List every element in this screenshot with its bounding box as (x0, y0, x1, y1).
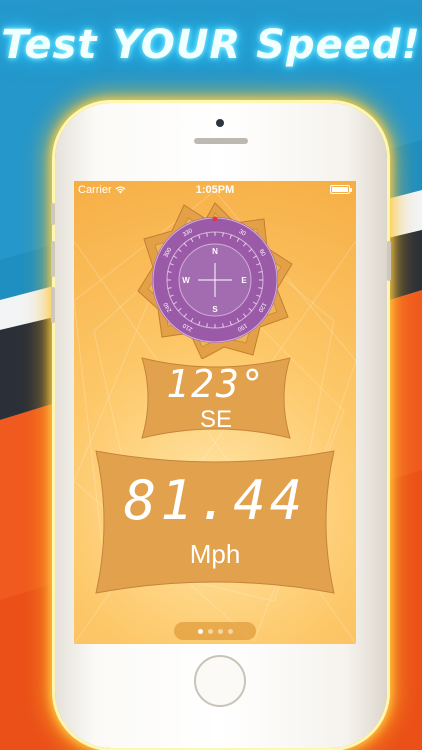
page-dot[interactable] (218, 629, 223, 634)
status-bar: Carrier 1:05PM (74, 181, 356, 199)
speed-panel: 81.44 Mph (92, 447, 338, 597)
status-time: 1:05PM (195, 184, 235, 196)
heading-direction: SE (199, 406, 232, 433)
power-button (387, 241, 391, 281)
headline: Test YOUR Speed! (1, 22, 421, 68)
compass-tick (167, 287, 172, 289)
page-dot[interactable] (208, 629, 213, 634)
compass-tick (222, 323, 224, 328)
speed-value: 81.44 (123, 469, 307, 532)
home-button[interactable] (194, 655, 246, 707)
page-dot[interactable] (198, 629, 203, 634)
compass-pointer (212, 216, 218, 222)
heading-panel: 123° SE (136, 354, 296, 442)
battery-icon (330, 185, 352, 194)
compass-cardinal-s: S (212, 305, 218, 314)
compass-cardinal-e: E (241, 276, 247, 285)
compass-tick (258, 271, 263, 273)
compass-cardinal-w: W (182, 276, 190, 285)
page-indicator[interactable] (174, 622, 256, 640)
volume-down-button (51, 287, 55, 323)
battery-level (332, 187, 348, 192)
heading-degrees: 123° (166, 362, 266, 406)
compass-tick (222, 232, 224, 237)
compass-tick (206, 232, 208, 237)
volume-up-button (51, 241, 55, 277)
app-screen: Carrier 1:05PM N E S W 30 60 120 150 210 24… (74, 181, 356, 644)
compass-tick (258, 287, 263, 289)
earpiece-speaker (194, 138, 248, 144)
compass-tick (167, 271, 172, 273)
compass-cardinal-n: N (212, 247, 218, 256)
page-dot[interactable] (228, 629, 233, 634)
compass[interactable]: NESW 30 60 120 150 210 240 300 330 (136, 201, 294, 360)
compass-tick (206, 323, 208, 328)
speed-unit: Mph (189, 539, 241, 569)
front-camera-icon (216, 119, 224, 127)
mute-switch (51, 203, 55, 225)
